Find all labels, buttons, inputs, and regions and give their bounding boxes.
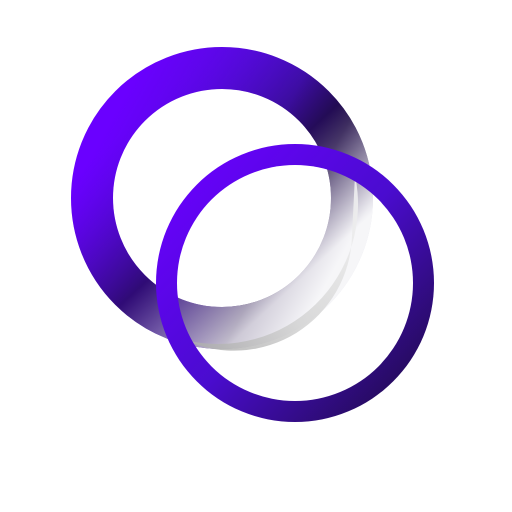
logo-canvas	[0, 0, 512, 512]
interlocking-rings-logo	[71, 47, 434, 422]
front-ring	[156, 144, 434, 422]
